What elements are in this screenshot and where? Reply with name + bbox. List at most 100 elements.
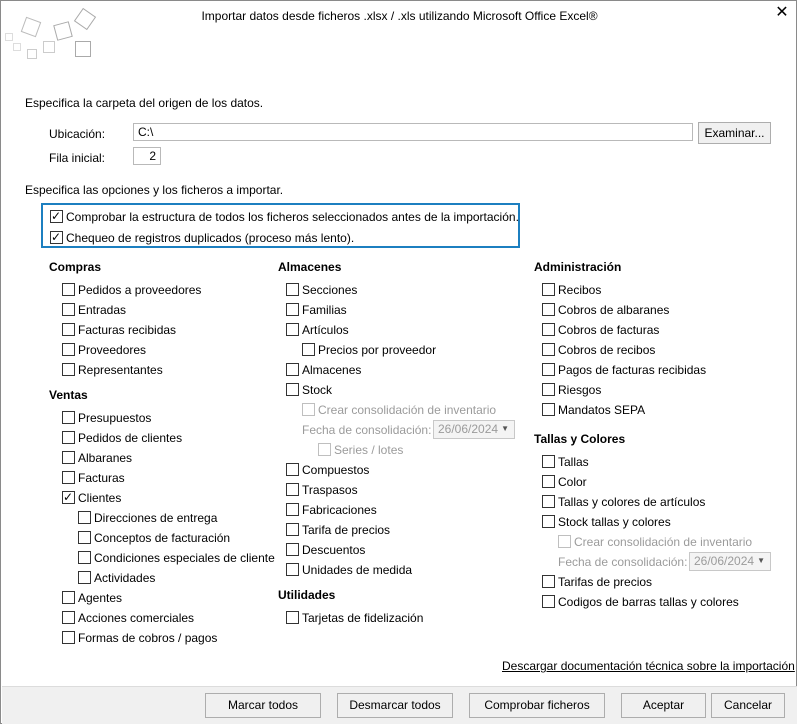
checkbox-mandatos-sepa[interactable] bbox=[542, 403, 555, 416]
label-articulos[interactable]: Artículos bbox=[302, 323, 349, 337]
checkbox-series-lotes[interactable] bbox=[318, 443, 331, 456]
cancel-button[interactable]: Cancelar bbox=[711, 693, 785, 718]
label-riesgos[interactable]: Riesgos bbox=[558, 383, 601, 397]
label-codigos-barras[interactable]: Codigos de barras tallas y colores bbox=[558, 595, 739, 609]
label-cobros-albaranes[interactable]: Cobros de albaranes bbox=[558, 303, 669, 317]
checkbox-acciones-comerciales[interactable] bbox=[62, 611, 75, 624]
checkbox-pagos-facturas-recibidas[interactable] bbox=[542, 363, 555, 376]
label-cobros-facturas[interactable]: Cobros de facturas bbox=[558, 323, 659, 337]
label-condiciones-especiales[interactable]: Condiciones especiales de cliente bbox=[94, 551, 275, 565]
label-unidades-medida[interactable]: Unidades de medida bbox=[302, 563, 412, 577]
checkbox-precios-proveedor[interactable] bbox=[302, 343, 315, 356]
checkbox-facturas-recibidas[interactable] bbox=[62, 323, 75, 336]
checkbox-pedidos-clientes[interactable] bbox=[62, 431, 75, 444]
checkbox-codigos-barras[interactable] bbox=[542, 595, 555, 608]
label-proveedores[interactable]: Proveedores bbox=[78, 343, 146, 357]
check-structure-label[interactable]: Comprobar la estructura de todos los fic… bbox=[66, 210, 519, 224]
check-duplicates-label[interactable]: Chequeo de registros duplicados (proceso… bbox=[66, 231, 354, 245]
label-actividades[interactable]: Actividades bbox=[94, 571, 155, 585]
label-clientes[interactable]: Clientes bbox=[78, 491, 121, 505]
checkbox-pedidos-proveedores[interactable] bbox=[62, 283, 75, 296]
label-compuestos[interactable]: Compuestos bbox=[302, 463, 369, 477]
checkbox-presupuestos[interactable] bbox=[62, 411, 75, 424]
checkbox-secciones[interactable] bbox=[286, 283, 299, 296]
checkbox-recibos[interactable] bbox=[542, 283, 555, 296]
label-direcciones-entrega[interactable]: Direcciones de entrega bbox=[94, 511, 217, 525]
checkbox-direcciones-entrega[interactable] bbox=[78, 511, 91, 524]
checkbox-descuentos[interactable] bbox=[286, 543, 299, 556]
start-row-input[interactable]: 2 bbox=[133, 147, 161, 165]
checkbox-proveedores[interactable] bbox=[62, 343, 75, 356]
accept-button[interactable]: Aceptar bbox=[621, 693, 706, 718]
checkbox-riesgos[interactable] bbox=[542, 383, 555, 396]
checkbox-cobros-recibos[interactable] bbox=[542, 343, 555, 356]
checkbox-crear-consolidacion[interactable] bbox=[302, 403, 315, 416]
label-tallas[interactable]: Tallas bbox=[558, 455, 589, 469]
checkbox-tarifas-precios[interactable] bbox=[542, 575, 555, 588]
label-fabricaciones[interactable]: Fabricaciones bbox=[302, 503, 377, 517]
label-cobros-recibos[interactable]: Cobros de recibos bbox=[558, 343, 655, 357]
checkbox-agentes[interactable] bbox=[62, 591, 75, 604]
label-descuentos[interactable]: Descuentos bbox=[302, 543, 365, 557]
unmark-all-button[interactable]: Desmarcar todos bbox=[337, 693, 453, 718]
browse-button[interactable]: Examinar... bbox=[698, 122, 771, 144]
label-facturas-recibidas[interactable]: Facturas recibidas bbox=[78, 323, 176, 337]
mark-all-button[interactable]: Marcar todos bbox=[205, 693, 321, 718]
checkbox-almacenes[interactable] bbox=[286, 363, 299, 376]
label-albaranes[interactable]: Albaranes bbox=[78, 451, 132, 465]
checkbox-actividades[interactable] bbox=[78, 571, 91, 584]
checkbox-tallas-colores-articulos[interactable] bbox=[542, 495, 555, 508]
check-files-button[interactable]: Comprobar ficheros bbox=[469, 693, 605, 718]
label-familias[interactable]: Familias bbox=[302, 303, 347, 317]
checkbox-compuestos[interactable] bbox=[286, 463, 299, 476]
label-almacenes[interactable]: Almacenes bbox=[302, 363, 361, 377]
checkbox-tallas-crear-consolidacion[interactable] bbox=[558, 535, 571, 548]
label-conceptos-facturacion[interactable]: Conceptos de facturación bbox=[94, 531, 230, 545]
label-formas-cobros-pagos[interactable]: Formas de cobros / pagos bbox=[78, 631, 217, 645]
label-representantes[interactable]: Representantes bbox=[78, 363, 163, 377]
checkbox-articulos[interactable] bbox=[286, 323, 299, 336]
checkbox-entradas[interactable] bbox=[62, 303, 75, 316]
checkbox-tarjetas-fidelizacion[interactable] bbox=[286, 611, 299, 624]
checkbox-stock-tallas-colores[interactable] bbox=[542, 515, 555, 528]
checkbox-condiciones-especiales[interactable] bbox=[78, 551, 91, 564]
tallas-fecha-consolidacion-select[interactable]: 26/06/2024 ▼ bbox=[689, 552, 771, 571]
check-duplicates-checkbox[interactable] bbox=[50, 229, 63, 245]
checkbox-stock[interactable] bbox=[286, 383, 299, 396]
checkbox-conceptos-facturacion[interactable] bbox=[78, 531, 91, 544]
label-facturas[interactable]: Facturas bbox=[78, 471, 125, 485]
label-traspasos[interactable]: Traspasos bbox=[302, 483, 358, 497]
label-presupuestos[interactable]: Presupuestos bbox=[78, 411, 151, 425]
checkbox-facturas[interactable] bbox=[62, 471, 75, 484]
documentation-link[interactable]: Descargar documentación técnica sobre la… bbox=[502, 659, 795, 673]
label-acciones-comerciales[interactable]: Acciones comerciales bbox=[78, 611, 194, 625]
location-input[interactable]: C:\ bbox=[133, 123, 693, 141]
checkbox-clientes[interactable] bbox=[62, 489, 75, 505]
label-tallas-colores-articulos[interactable]: Tallas y colores de artículos bbox=[558, 495, 705, 509]
checkbox-tarifa-precios[interactable] bbox=[286, 523, 299, 536]
label-tarifa-precios[interactable]: Tarifa de precios bbox=[302, 523, 390, 537]
checkbox-unidades-medida[interactable] bbox=[286, 563, 299, 576]
label-pagos-facturas-recibidas[interactable]: Pagos de facturas recibidas bbox=[558, 363, 706, 377]
close-icon[interactable]: ✕ bbox=[773, 4, 791, 22]
checkbox-tallas[interactable] bbox=[542, 455, 555, 468]
checkbox-traspasos[interactable] bbox=[286, 483, 299, 496]
fecha-consolidacion-select[interactable]: 26/06/2024 ▼ bbox=[433, 420, 515, 439]
checkbox-formas-cobros-pagos[interactable] bbox=[62, 631, 75, 644]
checkbox-cobros-facturas[interactable] bbox=[542, 323, 555, 336]
label-tarjetas-fidelizacion[interactable]: Tarjetas de fidelización bbox=[302, 611, 423, 625]
checkbox-fabricaciones[interactable] bbox=[286, 503, 299, 516]
checkbox-albaranes[interactable] bbox=[62, 451, 75, 464]
label-precios-proveedor[interactable]: Precios por proveedor bbox=[318, 343, 436, 357]
label-tarifas-precios[interactable]: Tarifas de precios bbox=[558, 575, 652, 589]
checkbox-representantes[interactable] bbox=[62, 363, 75, 376]
checkbox-color[interactable] bbox=[542, 475, 555, 488]
label-stock[interactable]: Stock bbox=[302, 383, 332, 397]
checkbox-cobros-albaranes[interactable] bbox=[542, 303, 555, 316]
label-recibos[interactable]: Recibos bbox=[558, 283, 601, 297]
label-pedidos-clientes[interactable]: Pedidos de clientes bbox=[78, 431, 182, 445]
check-structure-checkbox[interactable] bbox=[50, 208, 63, 224]
label-entradas[interactable]: Entradas bbox=[78, 303, 126, 317]
label-secciones[interactable]: Secciones bbox=[302, 283, 357, 297]
label-stock-tallas-colores[interactable]: Stock tallas y colores bbox=[558, 515, 671, 529]
